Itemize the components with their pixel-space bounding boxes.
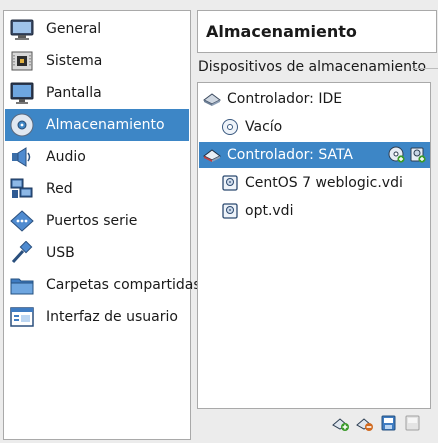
sidebar-item-label: USB: [46, 245, 75, 261]
storage-devices-label: Dispositivos de almacenamiento: [198, 59, 427, 75]
ide-controller-icon: [203, 90, 221, 108]
tree-item-hard-disk[interactable]: CentOS 7 weblogic.vdi: [199, 170, 430, 196]
divider: [412, 68, 438, 69]
sidebar-item-general[interactable]: General: [5, 13, 189, 45]
sidebar-item-pantalla[interactable]: Pantalla: [5, 77, 189, 109]
sidebar-item-sistema[interactable]: Sistema: [5, 45, 189, 77]
tree-item-label: Controlador: IDE: [227, 91, 343, 107]
tree-item-label: opt.vdi: [245, 203, 294, 219]
optical-disc-icon: [221, 118, 239, 136]
serial-port-icon: [8, 207, 36, 235]
system-chip-icon: [8, 47, 36, 75]
tree-item-label: CentOS 7 weblogic.vdi: [245, 175, 403, 191]
add-optical-drive-icon[interactable]: [388, 146, 405, 163]
tree-item-label: Controlador: SATA: [227, 147, 353, 163]
controller-actions: [388, 146, 426, 163]
sidebar-item-interfaz-de-usuario[interactable]: Interfaz de usuario: [5, 301, 189, 333]
remove-attachment-icon[interactable]: [404, 414, 422, 432]
page-title: Almacenamiento: [197, 10, 437, 53]
remove-controller-icon[interactable]: [356, 414, 374, 432]
display-monitor-icon: [8, 79, 36, 107]
add-attachment-icon[interactable]: [380, 414, 398, 432]
storage-toolbar: [332, 414, 422, 432]
sidebar-item-puertos-serie[interactable]: Puertos serie: [5, 205, 189, 237]
add-controller-icon[interactable]: [332, 414, 350, 432]
sidebar-item-red[interactable]: Red: [5, 173, 189, 205]
sidebar-item-label: Carpetas compartidas: [46, 277, 201, 293]
sidebar-item-usb[interactable]: USB: [5, 237, 189, 269]
sidebar-item-audio[interactable]: Audio: [5, 141, 189, 173]
storage-tree[interactable]: Controlador: IDE Vacío Controlador: SATA: [197, 82, 431, 409]
speaker-icon: [8, 143, 36, 171]
sidebar-item-label: Red: [46, 181, 73, 197]
sidebar-item-label: Pantalla: [46, 85, 102, 101]
user-interface-icon: [8, 303, 36, 331]
network-icon: [8, 175, 36, 203]
sidebar-item-label: Puertos serie: [46, 213, 138, 229]
tree-item-empty-optical[interactable]: Vacío: [199, 114, 430, 140]
usb-icon: [8, 239, 36, 267]
general-icon: [8, 15, 36, 43]
sidebar-item-label: Almacenamiento: [46, 117, 165, 133]
tree-item-label: Vacío: [245, 119, 283, 135]
sidebar-item-almacenamiento[interactable]: Almacenamiento: [5, 109, 189, 141]
sidebar-item-label: General: [46, 21, 102, 37]
settings-category-list: General Sistema Pantalla Almacenamiento …: [3, 10, 201, 440]
sidebar-item-carpetas-compartidas[interactable]: Carpetas compartidas: [5, 269, 201, 301]
storage-disk-icon: [8, 111, 36, 139]
sidebar-item-label: Sistema: [46, 53, 103, 69]
sata-controller-icon: [203, 146, 221, 164]
sidebar-item-label: Audio: [46, 149, 86, 165]
add-hard-disk-icon[interactable]: [409, 146, 426, 163]
tree-item-ide-controller[interactable]: Controlador: IDE: [199, 86, 430, 112]
shared-folder-icon: [8, 271, 36, 299]
hard-disk-icon: [221, 174, 239, 192]
sidebar-item-label: Interfaz de usuario: [46, 309, 178, 325]
tree-item-sata-controller[interactable]: Controlador: SATA: [199, 142, 430, 168]
hard-disk-icon: [221, 202, 239, 220]
tree-item-hard-disk[interactable]: opt.vdi: [199, 198, 430, 224]
